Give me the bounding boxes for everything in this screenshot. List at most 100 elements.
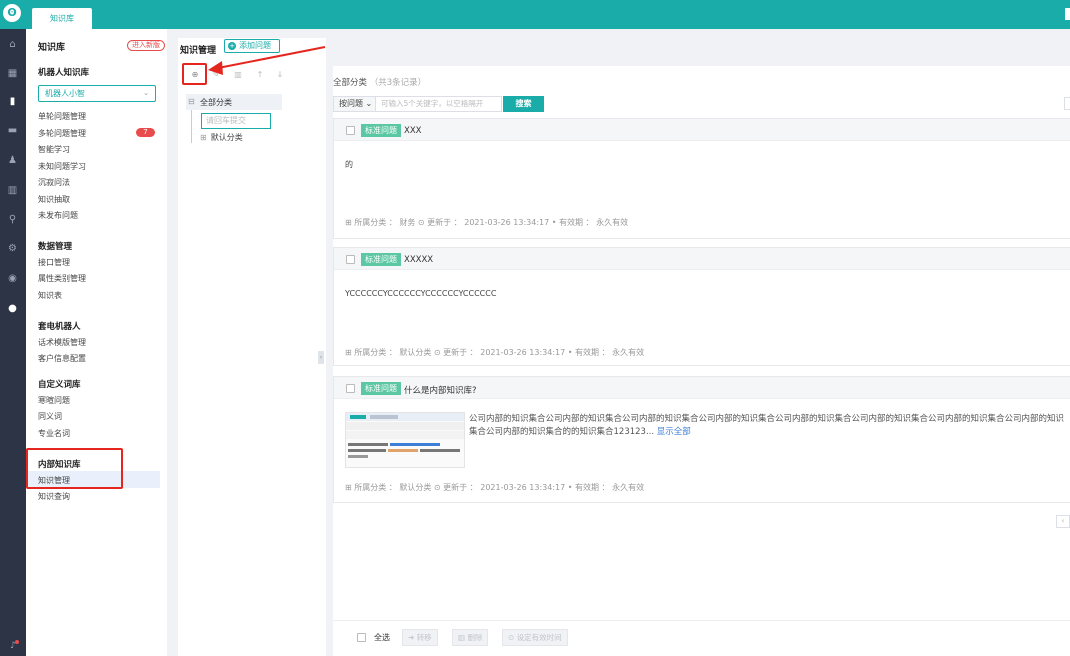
category-value: 默认分类 [399, 483, 432, 492]
nav-group-phone: 套电机器人 [38, 322, 81, 332]
app-logo[interactable]: ʘ [3, 4, 21, 22]
category-label: 所属分类 [354, 348, 387, 357]
globe-icon[interactable]: ◉ [6, 272, 19, 285]
collapse-icon[interactable]: ⊟ [188, 97, 195, 106]
clock-icon: ⊙ [433, 483, 441, 492]
question-title[interactable]: XXXXX [404, 255, 433, 265]
standard-question-tag: 标准问题 [361, 124, 401, 137]
nav-item-knowledge-query[interactable]: 知识查询 [38, 491, 70, 502]
answer-thumbnail-image[interactable] [345, 412, 465, 468]
updated-value: 2021-03-26 13:34:17 [464, 218, 550, 227]
search-type-select[interactable]: 按问题 ⌄ [333, 96, 376, 112]
validity-value: 永久有效 [612, 483, 645, 492]
new-version-badge[interactable]: 进入新版 [127, 40, 165, 51]
question-card[interactable]: 标准问题 XXX 的 ⊞ 所属分类 ： 财务 ⊙ 更新于 ： 2021-03-2… [333, 118, 1070, 239]
clock-icon: ⊙ [433, 348, 441, 357]
category-value: 默认分类 [399, 348, 432, 357]
card-header: 标准问题 什么是内部知识库? [334, 377, 1070, 399]
move-icon: ➜ [408, 633, 415, 642]
nav-group-robot: 机器人知识库 [38, 68, 90, 78]
pagination-prev-button[interactable]: ‹ [1056, 515, 1070, 528]
tree-node-all-label: 全部分类 [200, 98, 232, 107]
search-input[interactable]: 可输入5个关键字，以空格隔开 [376, 96, 502, 112]
nav-item-terms[interactable]: 专业名词 [38, 428, 70, 439]
nav-item-greetings[interactable]: 寒暄问题 [38, 395, 70, 406]
book-icon[interactable]: ▮ [6, 95, 19, 108]
chat-icon[interactable]: ▬ [6, 124, 19, 137]
view-toggle[interactable] [1064, 97, 1070, 110]
search-button[interactable]: 搜索 [503, 96, 544, 112]
page-title: 知识管理 [180, 46, 217, 56]
search-icon[interactable]: ⚲ [6, 213, 19, 226]
trash-icon[interactable]: ▥ [233, 70, 243, 80]
add-question-button[interactable]: + 添加问题 [224, 39, 280, 53]
nav-item-unpublished[interactable]: 未发布问题 [38, 210, 78, 221]
clock-icon: ⊙ [417, 218, 425, 227]
card-header: 标准问题 XXX [334, 119, 1070, 141]
nav-item-single-round[interactable]: 单轮问题管理 [38, 111, 86, 122]
top-bar: ʘ 知识库 [0, 0, 1070, 29]
question-title[interactable]: 什么是内部知识库? [404, 384, 477, 396]
select-all-checkbox[interactable] [357, 633, 366, 642]
grid-icon[interactable]: ▦ [6, 67, 19, 80]
nav-item-multi-round[interactable]: 多轮问题管理 [38, 128, 86, 139]
nav-group-data: 数据管理 [38, 242, 73, 252]
users-icon[interactable]: ♟ [6, 154, 19, 167]
nav-item-smart-learning[interactable]: 智能学习 [38, 144, 70, 155]
question-answer: YCCCCCCYCCCCCCYCCCCCCYCCCCCC [345, 289, 497, 298]
arrow-down-icon[interactable]: ↓ [275, 70, 285, 80]
nav-item-unknown-learning[interactable]: 未知问题学习 [38, 161, 86, 172]
nav-item-attributes[interactable]: 属性类别管理 [38, 273, 86, 284]
nav-item-silent-questions[interactable]: 沉寂问法 [38, 177, 70, 188]
updated-label: 更新于 [427, 218, 452, 227]
standard-question-tag: 标准问题 [361, 382, 401, 395]
arrow-up-icon[interactable]: ↑ [255, 70, 265, 80]
robot-select[interactable]: 机器人小智 ⌄ [38, 85, 156, 102]
category-icon: ⊞ [345, 348, 352, 357]
nav-title: 知识库 [38, 43, 66, 53]
gear-icon[interactable]: ⚙ [6, 242, 19, 255]
bulk-action-bar: 全选 ➜ 转移 ▥ 删除 ⊙ 设定有效时间 [333, 620, 1070, 653]
edit-icon[interactable]: ✎ [211, 70, 221, 80]
validity-label: 有效期 [575, 483, 600, 492]
nav-item-synonyms[interactable]: 同义词 [38, 411, 62, 422]
tree-node-all[interactable]: ⊟ 全部分类 [186, 94, 282, 110]
question-card[interactable]: 标准问题 XXXXX YCCCCCCYCCCCCCYCCCCCCYCCCCCC … [333, 247, 1070, 366]
chart-icon[interactable]: ▥ [6, 184, 19, 197]
card-meta: ⊞ 所属分类 ： 默认分类 ⊙ 更新于 ： 2021-03-26 13:34:1… [345, 483, 645, 492]
category-icon: ⊞ [345, 483, 352, 492]
bell-icon[interactable]: ♪ [8, 640, 19, 651]
validity-value: 永久有效 [596, 218, 629, 227]
select-all-label[interactable]: 全选 [374, 632, 390, 643]
nav-item-customer-config[interactable]: 客户信息配置 [38, 353, 86, 364]
expand-icon[interactable]: ⊞ [200, 133, 207, 142]
nav-item-api[interactable]: 接口管理 [38, 257, 70, 268]
delete-button[interactable]: ▥ 删除 [452, 629, 489, 646]
answer-text: 公司内部的知识集合公司内部的知识集合公司内部的知识集合公司内部的知识集合公司内部… [469, 414, 1065, 437]
tab-knowledge-base[interactable]: 知识库 [32, 8, 92, 29]
nav-item-script-templates[interactable]: 话术模版管理 [38, 337, 86, 348]
move-label: 转移 [416, 633, 432, 642]
card-checkbox[interactable] [346, 384, 355, 393]
card-header: 标准问题 XXXXX [334, 248, 1070, 270]
show-all-link[interactable]: 显示全部 [657, 427, 691, 437]
new-category-input[interactable]: 请回车提交 [201, 113, 271, 129]
tree-node-default[interactable]: ⊞ 默认分类 [200, 132, 243, 143]
tree-node-default-label: 默认分类 [210, 133, 243, 142]
updated-value: 2021-03-26 13:34:17 [480, 483, 566, 492]
move-button[interactable]: ➜ 转移 [402, 629, 438, 646]
home-icon[interactable]: ⌂ [6, 38, 19, 51]
nav-item-knowledge-table[interactable]: 知识表 [38, 290, 62, 301]
question-title[interactable]: XXX [404, 126, 421, 136]
updated-label: 更新于 [443, 483, 468, 492]
validity-label: 有效期 [559, 218, 584, 227]
user-menu-icon[interactable] [1065, 8, 1070, 20]
collapse-panel-handle[interactable]: ‹ [318, 351, 324, 364]
card-checkbox[interactable] [346, 255, 355, 264]
question-card[interactable]: 标准问题 什么是内部知识库? 公司内部的知识集合公司内部的知识集合公司内部的知识… [333, 376, 1070, 503]
card-checkbox[interactable] [346, 126, 355, 135]
set-valid-time-button[interactable]: ⊙ 设定有效时间 [502, 629, 568, 646]
robot-icon[interactable]: ● [6, 302, 19, 315]
nav-item-knowledge-extract[interactable]: 知识抽取 [38, 194, 70, 205]
card-meta: ⊞ 所属分类 ： 财务 ⊙ 更新于 ： 2021-03-26 13:34:17 … [345, 218, 629, 227]
